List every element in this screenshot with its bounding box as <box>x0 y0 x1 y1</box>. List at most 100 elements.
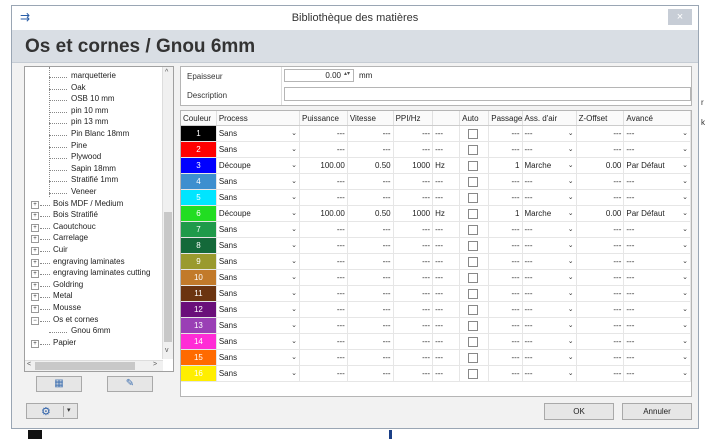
z-offset-field[interactable]: --- <box>576 141 625 158</box>
passes-field[interactable]: --- <box>488 173 523 190</box>
tree-expand-toggle[interactable]: + <box>31 281 39 290</box>
passes-field[interactable]: 1 <box>488 205 523 222</box>
color-swatch[interactable]: 10 <box>181 269 217 286</box>
auto-checkbox[interactable] <box>468 320 479 331</box>
speed-field[interactable]: --- <box>347 253 394 270</box>
auto-checkbox-cell[interactable] <box>459 237 490 254</box>
chevron-down-icon[interactable]: ⌄ <box>568 353 574 361</box>
tree-item[interactable]: Bois MDF / Medium <box>53 199 123 210</box>
color-swatch[interactable]: 8 <box>181 237 217 254</box>
table-row[interactable]: 15 Sans ⌄ --- --- --- --- --- --- ⌄ --- --- ⌄ <box>181 349 691 366</box>
chevron-down-icon[interactable]: ⌄ <box>568 241 574 249</box>
auto-checkbox[interactable] <box>468 304 479 315</box>
passes-field[interactable]: --- <box>488 189 523 206</box>
table-row[interactable]: 13 Sans ⌄ --- --- --- --- --- --- ⌄ --- --- ⌄ <box>181 317 691 334</box>
chevron-down-icon[interactable]: ⌄ <box>682 305 688 313</box>
z-offset-field[interactable]: 0.00 <box>576 157 625 174</box>
speed-field[interactable]: --- <box>347 125 394 142</box>
power-field[interactable]: --- <box>299 269 348 286</box>
process-select[interactable]: Sans ⌄ <box>216 189 301 206</box>
ppi-field[interactable]: 1000 <box>393 157 434 174</box>
air-assist-select[interactable]: --- ⌄ <box>522 221 577 238</box>
chevron-down-icon[interactable]: ⌄ <box>682 129 688 137</box>
color-swatch[interactable]: 1 <box>181 125 217 142</box>
chevron-down-icon[interactable]: ⌄ <box>291 369 297 377</box>
auto-checkbox-cell[interactable] <box>459 173 490 190</box>
ppi-field[interactable]: --- <box>393 349 434 366</box>
table-row[interactable]: 12 Sans ⌄ --- --- --- --- --- --- ⌄ --- --- ⌄ <box>181 301 691 318</box>
chevron-down-icon[interactable]: ⌄ <box>291 161 297 169</box>
chevron-down-icon[interactable]: ⌄ <box>568 289 574 297</box>
auto-checkbox-cell[interactable] <box>459 125 490 142</box>
advanced-select[interactable]: --- ⌄ <box>623 285 691 302</box>
air-assist-select[interactable]: --- ⌄ <box>522 173 577 190</box>
process-select[interactable]: Sans ⌄ <box>216 237 301 254</box>
scroll-up-icon[interactable]: ^ <box>165 69 168 76</box>
air-assist-select[interactable]: --- ⌄ <box>522 269 577 286</box>
advanced-select[interactable]: --- ⌄ <box>623 253 691 270</box>
chevron-down-icon[interactable]: ⌄ <box>568 225 574 233</box>
tree-item[interactable]: Carrelage <box>53 233 88 244</box>
auto-checkbox-cell[interactable] <box>459 301 490 318</box>
table-row[interactable]: 4 Sans ⌄ --- --- --- --- --- --- ⌄ --- --- ⌄ <box>181 173 691 190</box>
z-offset-field[interactable]: --- <box>576 253 625 270</box>
color-swatch[interactable]: 11 <box>181 285 217 302</box>
speed-field[interactable]: --- <box>347 173 394 190</box>
table-row[interactable]: 8 Sans ⌄ --- --- --- --- --- --- ⌄ --- --- ⌄ <box>181 237 691 254</box>
tree-expand-toggle[interactable]: − <box>31 316 39 325</box>
advanced-select[interactable]: --- ⌄ <box>623 317 691 334</box>
auto-checkbox[interactable] <box>468 160 479 171</box>
tree-item[interactable]: marquetterie <box>71 71 116 82</box>
power-field[interactable]: --- <box>299 173 348 190</box>
tree-item[interactable]: OSB 10 mm <box>71 94 115 105</box>
speed-field[interactable]: --- <box>347 365 394 382</box>
z-offset-field[interactable]: --- <box>576 285 625 302</box>
chevron-down-icon[interactable]: ⌄ <box>568 145 574 153</box>
chevron-down-icon[interactable]: ⌄ <box>682 241 688 249</box>
z-offset-field[interactable]: --- <box>576 269 625 286</box>
settings-button[interactable]: ⚙ ▾ <box>26 403 78 419</box>
auto-checkbox[interactable] <box>468 352 479 363</box>
chevron-down-icon[interactable]: ⌄ <box>291 241 297 249</box>
auto-checkbox[interactable] <box>468 224 479 235</box>
process-select[interactable]: Sans ⌄ <box>216 317 301 334</box>
color-swatch[interactable]: 5 <box>181 189 217 206</box>
tree-item[interactable]: Sapin 18mm <box>71 164 116 175</box>
ppi-field[interactable]: --- <box>393 269 434 286</box>
tree-item[interactable]: Goldring <box>53 280 83 291</box>
air-assist-select[interactable]: --- ⌄ <box>522 301 577 318</box>
chevron-down-icon[interactable]: ⌄ <box>682 321 688 329</box>
auto-checkbox-cell[interactable] <box>459 365 490 382</box>
tree-expand-toggle[interactable]: + <box>31 200 39 209</box>
power-field[interactable]: --- <box>299 237 348 254</box>
ppi-field[interactable]: --- <box>393 141 434 158</box>
column-header[interactable]: Passage <box>488 111 523 126</box>
tree-item[interactable]: Veneer <box>71 187 96 198</box>
auto-checkbox[interactable] <box>468 144 479 155</box>
tree-item[interactable]: Gnou 6mm <box>71 326 111 337</box>
color-swatch[interactable]: 16 <box>181 365 217 382</box>
chevron-down-icon[interactable]: ⌄ <box>682 209 688 217</box>
chevron-down-icon[interactable]: ⌄ <box>682 369 688 377</box>
column-header[interactable]: Auto <box>459 111 490 126</box>
process-select[interactable]: Sans ⌄ <box>216 141 301 158</box>
advanced-select[interactable]: Par Défaut ⌄ <box>623 157 691 174</box>
passes-field[interactable]: --- <box>488 269 523 286</box>
power-field[interactable]: --- <box>299 141 348 158</box>
chevron-down-icon[interactable]: ⌄ <box>568 129 574 137</box>
power-field[interactable]: --- <box>299 317 348 334</box>
power-field[interactable]: --- <box>299 301 348 318</box>
color-swatch[interactable]: 15 <box>181 349 217 366</box>
close-button[interactable]: × <box>668 9 692 25</box>
advanced-select[interactable]: --- ⌄ <box>623 141 691 158</box>
tree-item[interactable]: Metal <box>53 291 73 302</box>
z-offset-field[interactable]: 0.00 <box>576 205 625 222</box>
chevron-down-icon[interactable]: ⌄ <box>682 225 688 233</box>
speed-field[interactable]: 0.50 <box>347 205 394 222</box>
ppi-field[interactable]: --- <box>393 301 434 318</box>
speed-field[interactable]: --- <box>347 269 394 286</box>
auto-checkbox-cell[interactable] <box>459 285 490 302</box>
chevron-down-icon[interactable]: ⌄ <box>291 177 297 185</box>
auto-checkbox[interactable] <box>468 240 479 251</box>
passes-field[interactable]: --- <box>488 317 523 334</box>
